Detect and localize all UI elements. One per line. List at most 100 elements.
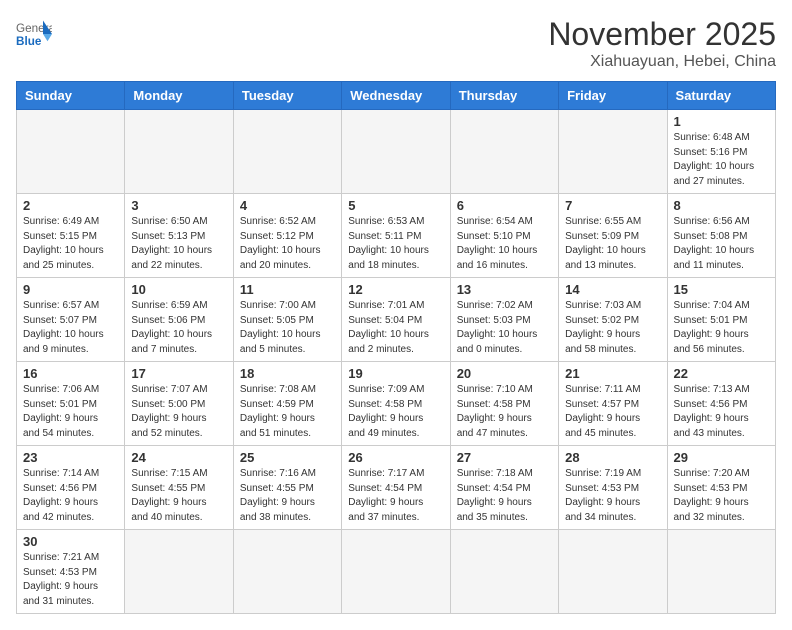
calendar-day-cell xyxy=(450,530,558,614)
day-number: 2 xyxy=(23,198,118,213)
day-number: 19 xyxy=(348,366,443,381)
day-info: Sunrise: 6:57 AM Sunset: 5:07 PM Dayligh… xyxy=(23,299,118,357)
day-info: Sunrise: 7:11 AM Sunset: 4:57 PM Dayligh… xyxy=(565,383,660,441)
calendar-day-cell xyxy=(450,110,558,194)
calendar-week-row: 1 Sunrise: 6:48 AM Sunset: 5:16 PM Daylig… xyxy=(17,110,776,194)
day-number: 9 xyxy=(23,282,118,297)
day-info: Sunrise: 7:16 AM Sunset: 4:55 PM Dayligh… xyxy=(240,467,335,525)
day-number: 23 xyxy=(23,450,118,465)
day-info: Sunrise: 7:01 AM Sunset: 5:04 PM Dayligh… xyxy=(348,299,443,357)
calendar-day-cell: 4 Sunrise: 6:52 AM Sunset: 5:12 PM Daylig… xyxy=(233,194,341,278)
day-number: 21 xyxy=(565,366,660,381)
calendar-week-row: 2 Sunrise: 6:49 AM Sunset: 5:15 PM Daylig… xyxy=(17,194,776,278)
day-number: 15 xyxy=(674,282,769,297)
calendar-day-cell: 1 Sunrise: 6:48 AM Sunset: 5:16 PM Daylig… xyxy=(667,110,775,194)
day-number: 16 xyxy=(23,366,118,381)
calendar-day-cell xyxy=(233,110,341,194)
day-number: 25 xyxy=(240,450,335,465)
calendar-day-cell: 24Sunrise: 7:15 AM Sunset: 4:55 PM Dayli… xyxy=(125,446,233,530)
day-info: Sunrise: 6:52 AM Sunset: 5:12 PM Dayligh… xyxy=(240,215,335,273)
calendar-day-cell: 7 Sunrise: 6:55 AM Sunset: 5:09 PM Daylig… xyxy=(559,194,667,278)
day-info: Sunrise: 6:54 AM Sunset: 5:10 PM Dayligh… xyxy=(457,215,552,273)
calendar-week-row: 30Sunrise: 7:21 AM Sunset: 4:53 PM Dayli… xyxy=(17,530,776,614)
calendar-day-cell: 15Sunrise: 7:04 AM Sunset: 5:01 PM Dayli… xyxy=(667,278,775,362)
day-number: 6 xyxy=(457,198,552,213)
day-info: Sunrise: 7:20 AM Sunset: 4:53 PM Dayligh… xyxy=(674,467,769,525)
calendar-day-cell: 27 Sunrise: 7:18 AM Sunset: 4:54 PM Dayli… xyxy=(450,446,558,530)
day-number: 5 xyxy=(348,198,443,213)
calendar-day-cell: 26 Sunrise: 7:17 AM Sunset: 4:54 PM Dayli… xyxy=(342,446,450,530)
day-info: Sunrise: 6:56 AM Sunset: 5:08 PM Dayligh… xyxy=(674,215,769,273)
day-number: 14 xyxy=(565,282,660,297)
day-number: 20 xyxy=(457,366,552,381)
calendar-day-cell: 9 Sunrise: 6:57 AM Sunset: 5:07 PM Daylig… xyxy=(17,278,125,362)
calendar-day-cell: 29 Sunrise: 7:20 AM Sunset: 4:53 PM Dayli… xyxy=(667,446,775,530)
calendar-day-cell: 17 Sunrise: 7:07 AM Sunset: 5:00 PM Dayli… xyxy=(125,362,233,446)
day-info: Sunrise: 6:55 AM Sunset: 5:09 PM Dayligh… xyxy=(565,215,660,273)
header: General Blue November 2025 Xiahuayuan, H… xyxy=(16,16,776,71)
day-number: 17 xyxy=(131,366,226,381)
day-number: 29 xyxy=(674,450,769,465)
day-number: 24 xyxy=(131,450,226,465)
day-number: 4 xyxy=(240,198,335,213)
day-number: 7 xyxy=(565,198,660,213)
calendar-day-cell: 12 Sunrise: 7:01 AM Sunset: 5:04 PM Dayli… xyxy=(342,278,450,362)
day-info: Sunrise: 7:17 AM Sunset: 4:54 PM Dayligh… xyxy=(348,467,443,525)
day-number: 28 xyxy=(565,450,660,465)
calendar-day-cell xyxy=(233,530,341,614)
weekday-header-row: SundayMondayTuesdayWednesdayThursdayFrid… xyxy=(17,82,776,110)
day-info: Sunrise: 7:10 AM Sunset: 4:58 PM Dayligh… xyxy=(457,383,552,441)
weekday-header: Friday xyxy=(559,82,667,110)
day-number: 26 xyxy=(348,450,443,465)
day-number: 27 xyxy=(457,450,552,465)
day-info: Sunrise: 7:02 AM Sunset: 5:03 PM Dayligh… xyxy=(457,299,552,357)
day-number: 22 xyxy=(674,366,769,381)
day-number: 3 xyxy=(131,198,226,213)
calendar-day-cell: 18Sunrise: 7:08 AM Sunset: 4:59 PM Dayli… xyxy=(233,362,341,446)
location-title: Xiahuayuan, Hebei, China xyxy=(548,53,776,71)
day-number: 1 xyxy=(674,114,769,129)
day-number: 10 xyxy=(131,282,226,297)
day-info: Sunrise: 6:59 AM Sunset: 5:06 PM Dayligh… xyxy=(131,299,226,357)
calendar-week-row: 23 Sunrise: 7:14 AM Sunset: 4:56 PM Dayli… xyxy=(17,446,776,530)
day-info: Sunrise: 7:00 AM Sunset: 5:05 PM Dayligh… xyxy=(240,299,335,357)
weekday-header: Saturday xyxy=(667,82,775,110)
calendar-day-cell xyxy=(559,110,667,194)
day-info: Sunrise: 7:21 AM Sunset: 4:53 PM Dayligh… xyxy=(23,551,118,609)
day-number: 12 xyxy=(348,282,443,297)
weekday-header: Tuesday xyxy=(233,82,341,110)
month-title: November 2025 xyxy=(548,16,776,53)
calendar-week-row: 9 Sunrise: 6:57 AM Sunset: 5:07 PM Daylig… xyxy=(17,278,776,362)
day-info: Sunrise: 7:09 AM Sunset: 4:58 PM Dayligh… xyxy=(348,383,443,441)
title-area: November 2025 Xiahuayuan, Hebei, China xyxy=(548,16,776,71)
day-info: Sunrise: 7:18 AM Sunset: 4:54 PM Dayligh… xyxy=(457,467,552,525)
calendar-day-cell: 6 Sunrise: 6:54 AM Sunset: 5:10 PM Daylig… xyxy=(450,194,558,278)
calendar-day-cell: 19 Sunrise: 7:09 AM Sunset: 4:58 PM Dayli… xyxy=(342,362,450,446)
calendar-day-cell: 11 Sunrise: 7:00 AM Sunset: 5:05 PM Dayli… xyxy=(233,278,341,362)
day-number: 13 xyxy=(457,282,552,297)
calendar: SundayMondayTuesdayWednesdayThursdayFrid… xyxy=(16,81,776,614)
day-info: Sunrise: 6:53 AM Sunset: 5:11 PM Dayligh… xyxy=(348,215,443,273)
day-number: 8 xyxy=(674,198,769,213)
calendar-day-cell: 3 Sunrise: 6:50 AM Sunset: 5:13 PM Daylig… xyxy=(125,194,233,278)
calendar-day-cell xyxy=(667,530,775,614)
calendar-day-cell xyxy=(342,530,450,614)
calendar-day-cell: 13 Sunrise: 7:02 AM Sunset: 5:03 PM Dayli… xyxy=(450,278,558,362)
day-info: Sunrise: 7:19 AM Sunset: 4:53 PM Dayligh… xyxy=(565,467,660,525)
day-info: Sunrise: 7:07 AM Sunset: 5:00 PM Dayligh… xyxy=(131,383,226,441)
day-info: Sunrise: 6:49 AM Sunset: 5:15 PM Dayligh… xyxy=(23,215,118,273)
day-number: 11 xyxy=(240,282,335,297)
calendar-day-cell: 30Sunrise: 7:21 AM Sunset: 4:53 PM Dayli… xyxy=(17,530,125,614)
day-info: Sunrise: 7:13 AM Sunset: 4:56 PM Dayligh… xyxy=(674,383,769,441)
calendar-day-cell: 5 Sunrise: 6:53 AM Sunset: 5:11 PM Daylig… xyxy=(342,194,450,278)
calendar-day-cell: 20 Sunrise: 7:10 AM Sunset: 4:58 PM Dayli… xyxy=(450,362,558,446)
calendar-day-cell: 8 Sunrise: 6:56 AM Sunset: 5:08 PM Daylig… xyxy=(667,194,775,278)
calendar-day-cell: 2 Sunrise: 6:49 AM Sunset: 5:15 PM Daylig… xyxy=(17,194,125,278)
day-info: Sunrise: 6:48 AM Sunset: 5:16 PM Dayligh… xyxy=(674,131,769,189)
svg-text:Blue: Blue xyxy=(16,35,42,48)
calendar-day-cell: 16Sunrise: 7:06 AM Sunset: 5:01 PM Dayli… xyxy=(17,362,125,446)
calendar-day-cell xyxy=(125,530,233,614)
day-info: Sunrise: 7:14 AM Sunset: 4:56 PM Dayligh… xyxy=(23,467,118,525)
day-info: Sunrise: 6:50 AM Sunset: 5:13 PM Dayligh… xyxy=(131,215,226,273)
calendar-day-cell: 22 Sunrise: 7:13 AM Sunset: 4:56 PM Dayli… xyxy=(667,362,775,446)
